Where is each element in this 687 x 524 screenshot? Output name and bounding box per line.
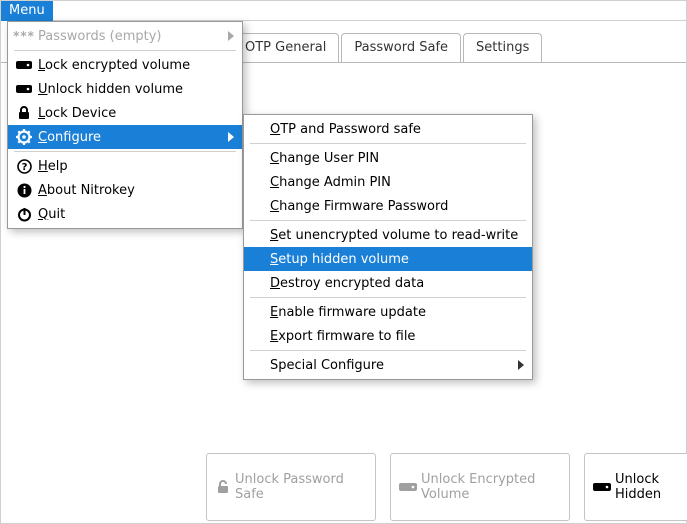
submenu-item-otp-pwsafe[interactable]: OTP and Password safe: [244, 117, 532, 141]
unlock-password-safe-button[interactable]: Unlock Password Safe: [206, 453, 376, 521]
submenu-item-set-unencrypted-rw[interactable]: Set unencrypted volume to read-write: [244, 223, 532, 247]
tab-password-safe[interactable]: Password Safe: [341, 33, 461, 62]
menu-item-about[interactable]: About Nitrokey: [8, 178, 242, 202]
svg-text:?: ?: [21, 162, 27, 173]
tab-otp-general[interactable]: OTP General: [241, 33, 339, 62]
menu-item-label: Lock encrypted volume: [38, 58, 190, 73]
submenu-item-label: Change Admin PIN: [270, 175, 391, 190]
menu-item-label: Quit: [38, 207, 65, 222]
menu-item-configure[interactable]: Configure: [8, 125, 242, 149]
menu-item-label: Help: [38, 159, 68, 174]
menu-item-lock-encrypted[interactable]: Lock encrypted volume: [8, 53, 242, 77]
tab-settings[interactable]: Settings: [463, 33, 542, 62]
submenu-item-destroy-encrypted[interactable]: Destroy encrypted data: [244, 271, 532, 295]
menu-item-label: Unlock hidden volume: [38, 82, 183, 97]
button-label: Unlock Hidden: [615, 472, 687, 502]
submenu-item-label: Change Firmware Password: [270, 199, 448, 214]
submenu-item-export-fw[interactable]: Export firmware to file: [244, 324, 532, 348]
submenu-item-label: OTP and Password safe: [270, 122, 421, 137]
submenu-item-label: Enable firmware update: [270, 305, 426, 320]
submenu-item-label: Setup hidden volume: [270, 252, 409, 267]
drive-icon: [14, 83, 34, 95]
menu-item-help[interactable]: ? Help: [8, 154, 242, 178]
submenu-item-special-configure[interactable]: Special Configure: [244, 353, 532, 377]
menu-item-label: About Nitrokey: [38, 183, 135, 198]
submenu-item-change-fw-pw[interactable]: Change Firmware Password: [244, 194, 532, 218]
chevron-right-icon: [228, 31, 234, 41]
submenu-item-label: Export firmware to file: [270, 329, 415, 344]
gear-icon: [14, 129, 34, 145]
main-menu-dropdown: *** Passwords (empty) Lock encrypted vol…: [7, 21, 243, 229]
submenu-item-setup-hidden[interactable]: Setup hidden volume: [244, 247, 532, 271]
unlock-icon: [215, 479, 231, 495]
submenu-item-label: Special Configure: [270, 358, 384, 373]
menu-item-label: Configure: [38, 130, 101, 145]
drive-icon: [593, 481, 611, 493]
menu-button[interactable]: Menu: [1, 1, 53, 21]
unlock-encrypted-volume-button[interactable]: Unlock Encrypted Volume: [390, 453, 570, 521]
menu-item-unlock-hidden[interactable]: Unlock hidden volume: [8, 77, 242, 101]
asterisks-icon: ***: [14, 29, 34, 43]
info-icon: [14, 183, 34, 198]
submenu-item-label: Destroy encrypted data: [270, 276, 424, 291]
drive-icon: [14, 59, 34, 71]
submenu-item-enable-fw-update[interactable]: Enable firmware update: [244, 300, 532, 324]
help-icon: ?: [14, 159, 34, 174]
menubar: Menu: [1, 1, 686, 21]
menu-item-passwords: *** Passwords (empty): [8, 24, 242, 48]
submenu-item-label: Change User PIN: [270, 151, 379, 166]
menu-item-quit[interactable]: Quit: [8, 202, 242, 226]
submenu-item-label: Set unencrypted volume to read-write: [270, 228, 518, 243]
menu-item-label: Passwords (empty): [38, 29, 161, 44]
menu-item-label: Lock Device: [38, 106, 116, 121]
drive-icon: [399, 481, 417, 493]
menu-item-lock-device[interactable]: Lock Device: [8, 101, 242, 125]
configure-submenu: OTP and Password safe Change User PIN Ch…: [243, 114, 533, 380]
submenu-item-change-user-pin[interactable]: Change User PIN: [244, 146, 532, 170]
chevron-right-icon: [518, 360, 524, 370]
power-icon: [14, 207, 34, 222]
lock-icon: [14, 106, 34, 120]
chevron-right-icon: [228, 132, 234, 142]
bottom-button-row: Unlock Password Safe Unlock Encrypted Vo…: [196, 453, 686, 523]
submenu-item-change-admin-pin[interactable]: Change Admin PIN: [244, 170, 532, 194]
button-label: Unlock Password Safe: [235, 472, 367, 502]
button-label: Unlock Encrypted Volume: [421, 472, 561, 502]
unlock-hidden-button[interactable]: Unlock Hidden: [584, 453, 687, 521]
